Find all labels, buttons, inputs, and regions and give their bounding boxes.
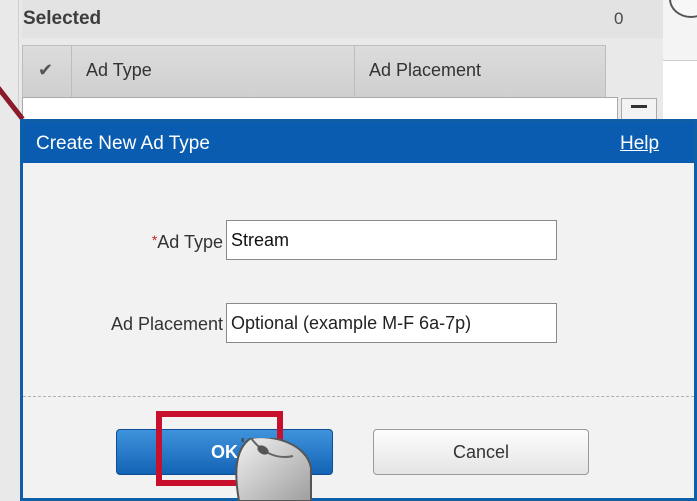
selected-title: Selected [23,8,102,29]
help-link[interactable]: Help [620,133,659,155]
ad-placement-input[interactable] [226,303,557,343]
column-header-ad-type[interactable]: Ad Type [86,60,152,81]
ad-type-label: *Ad Type [118,232,223,253]
column-divider [354,46,355,98]
column-header-ad-placement[interactable]: Ad Placement [369,60,481,81]
cancel-button[interactable]: Cancel [373,429,589,475]
create-ad-type-dialog: Create New Ad Type Help *Ad Type Ad Plac… [20,119,697,501]
panel-border [18,0,19,115]
selected-count: 0 [614,9,624,28]
ad-type-input[interactable] [226,220,557,260]
selected-header [22,0,663,38]
ad-type-label-text: Ad Type [157,232,223,252]
checkmark-icon: ✔ [38,60,54,80]
mouse-icon [235,438,312,501]
dialog-separator [23,396,694,397]
grid-header: ✔ Ad Type Ad Placement [22,45,606,99]
ad-placement-label: Ad Placement [110,314,223,334]
dialog-title: Create New Ad Type [36,133,210,154]
column-select-all[interactable]: ✔ [23,46,72,98]
dialog-titlebar: Create New Ad Type Help [23,122,694,163]
